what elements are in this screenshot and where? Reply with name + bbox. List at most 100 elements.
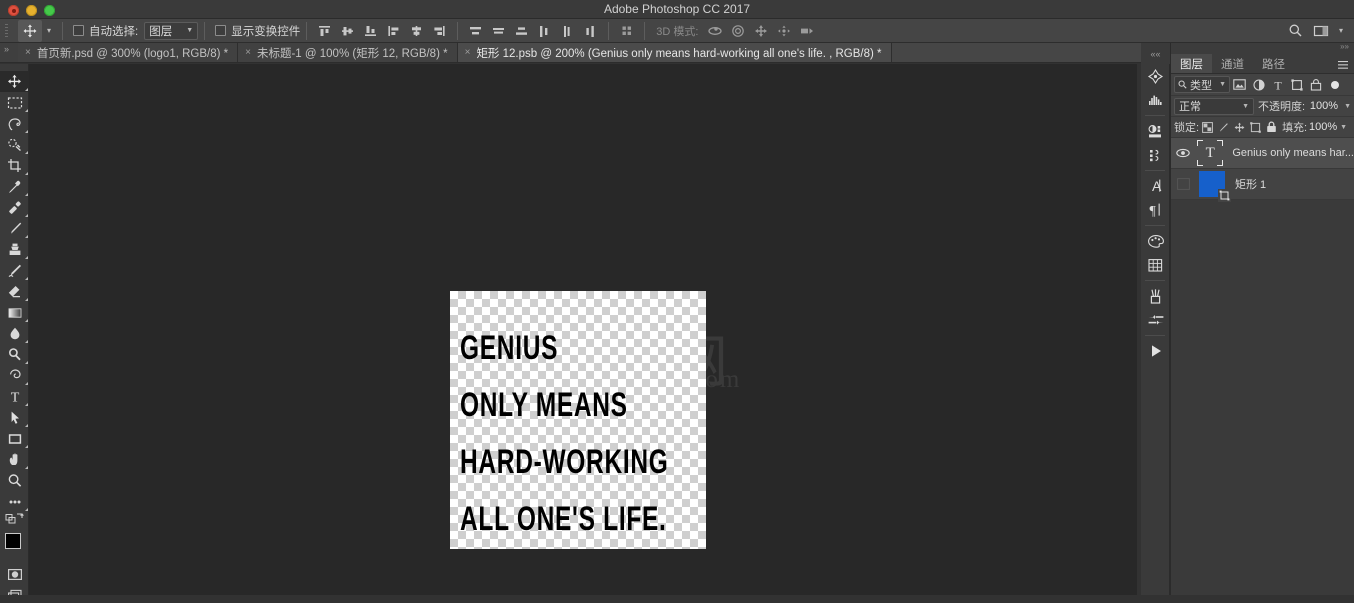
lock-position-icon[interactable]: [1232, 118, 1247, 136]
canvas-area[interactable]: CXi网 .com GENIUS ONLY MEANS HARD-WORKING…: [29, 64, 1137, 603]
dodge-tool[interactable]: [0, 344, 29, 365]
distribute-top-edges-icon[interactable]: [464, 20, 487, 42]
layer-row-shape[interactable]: 矩形 1: [1171, 169, 1354, 202]
brush-tool[interactable]: [0, 218, 29, 239]
scale-3d-icon[interactable]: [795, 20, 818, 42]
roll-3d-icon[interactable]: [726, 20, 749, 42]
lock-image-pixels-icon[interactable]: [1216, 118, 1231, 136]
eyedropper-tool[interactable]: [0, 176, 29, 197]
opacity-chevron-down-icon[interactable]: ▼: [1344, 103, 1351, 110]
info-panel-icon[interactable]: [1141, 143, 1170, 167]
hand-tool[interactable]: [0, 449, 29, 470]
history-brush-tool[interactable]: [0, 260, 29, 281]
close-icon[interactable]: ×: [25, 47, 31, 58]
layer-visibility-toggle[interactable]: [1173, 148, 1192, 158]
character-panel-icon[interactable]: A: [1141, 174, 1170, 198]
fill-chevron-down-icon[interactable]: ▼: [1340, 124, 1347, 131]
filter-shape-icon[interactable]: [1287, 75, 1306, 95]
histogram-panel-icon[interactable]: [1141, 88, 1170, 112]
distribute-right-edges-icon[interactable]: [579, 20, 602, 42]
rectangle-tool[interactable]: [0, 428, 29, 449]
document-tab-2[interactable]: × 未标题-1 @ 100% (矩形 12, RGB/8) *: [238, 43, 458, 62]
lasso-tool[interactable]: [0, 113, 29, 134]
align-left-edges-icon[interactable]: [382, 20, 405, 42]
panel-expand-icon[interactable]: [1171, 42, 1354, 54]
quick-mask-button[interactable]: [0, 564, 29, 585]
tab-bar-grip[interactable]: [0, 43, 18, 62]
tab-channels[interactable]: 通道: [1212, 54, 1253, 73]
swatches-panel-icon[interactable]: [1141, 253, 1170, 277]
slide-3d-icon[interactable]: [772, 20, 795, 42]
close-icon[interactable]: ×: [245, 47, 251, 58]
align-right-edges-icon[interactable]: [428, 20, 451, 42]
show-transform-controls-checkbox[interactable]: 显示变换控件: [215, 23, 300, 39]
opacity-value[interactable]: 100%: [1309, 100, 1338, 112]
zoom-tool[interactable]: [0, 470, 29, 491]
crop-tool[interactable]: [0, 155, 29, 176]
move-tool-preset-caret[interactable]: ▾: [42, 20, 56, 42]
quick-selection-tool[interactable]: [0, 134, 29, 155]
align-horizontal-centers-icon[interactable]: [405, 20, 428, 42]
distribute-left-edges-icon[interactable]: [533, 20, 556, 42]
color-panel-icon[interactable]: [1141, 229, 1170, 253]
rectangular-marquee-tool[interactable]: [0, 92, 29, 113]
panel-menu-icon[interactable]: [1337, 58, 1349, 70]
pen-tool[interactable]: [0, 365, 29, 386]
layer-thumbnail-cell[interactable]: [1193, 171, 1231, 202]
auto-select-scope-dropdown[interactable]: 图层 ▼: [144, 21, 199, 40]
auto-select-checkbox[interactable]: 自动选择:: [73, 23, 138, 39]
distribute-vertical-centers-icon[interactable]: [487, 20, 510, 42]
spot-healing-brush-tool[interactable]: [0, 197, 29, 218]
eraser-tool[interactable]: [0, 281, 29, 302]
align-bottom-edges-icon[interactable]: [359, 20, 382, 42]
document-tab-1[interactable]: × 首页新.psd @ 300% (logo1, RGB/8) *: [18, 43, 239, 62]
auto-select-box[interactable]: [73, 25, 84, 36]
layer-thumbnail-cell[interactable]: T: [1192, 140, 1228, 166]
filter-kind-dropdown[interactable]: 类型 ▼: [1174, 76, 1230, 93]
auto-align-grid-icon[interactable]: [615, 20, 638, 42]
path-selection-tool[interactable]: [0, 407, 29, 428]
distribute-horizontal-centers-icon[interactable]: [556, 20, 579, 42]
blend-mode-dropdown[interactable]: 正常 ▼: [1174, 97, 1254, 115]
collapse-panels-icon[interactable]: ««: [1141, 43, 1170, 64]
align-vertical-centers-icon[interactable]: [336, 20, 359, 42]
paragraph-panel-icon[interactable]: ¶: [1141, 198, 1170, 222]
move-tool[interactable]: [0, 71, 29, 92]
brush-presets-panel-icon[interactable]: [1141, 308, 1170, 332]
filter-smart-object-icon[interactable]: [1306, 75, 1325, 95]
horizontal-type-tool[interactable]: T: [0, 386, 29, 407]
workspace-caret-icon[interactable]: ▾: [1334, 20, 1348, 42]
lock-all-icon[interactable]: [1264, 118, 1279, 136]
layer-name-shape[interactable]: 矩形 1: [1231, 176, 1266, 192]
filter-adjustment-icon[interactable]: [1249, 75, 1268, 95]
blur-tool[interactable]: [0, 323, 29, 344]
workspace-switcher-icon[interactable]: [1308, 20, 1334, 42]
search-icon[interactable]: [1282, 20, 1308, 42]
close-icon[interactable]: ×: [465, 47, 471, 58]
distribute-bottom-edges-icon[interactable]: [510, 20, 533, 42]
rotate-3d-icon[interactable]: [703, 20, 726, 42]
foreground-color-swatch[interactable]: [5, 533, 21, 549]
layer-name-text[interactable]: Genius only means har...: [1228, 147, 1354, 159]
drag-3d-icon[interactable]: [749, 20, 772, 42]
adjustments-panel-icon[interactable]: [1141, 119, 1170, 143]
filter-toggle-icon[interactable]: [1325, 75, 1344, 95]
tab-layers[interactable]: 图层: [1171, 54, 1212, 73]
layer-list-empty-area[interactable]: [1171, 200, 1354, 600]
document-tab-3[interactable]: × 矩形 12.psb @ 200% (Genius only means ha…: [457, 43, 892, 62]
fill-value[interactable]: 100%: [1308, 121, 1337, 133]
layer-row-text[interactable]: T Genius only means har...: [1171, 138, 1354, 169]
filter-type-icon[interactable]: T: [1268, 75, 1287, 95]
move-tool-icon[interactable]: [18, 19, 42, 42]
gradient-tool[interactable]: [0, 302, 29, 323]
options-bar-grip[interactable]: [0, 19, 16, 43]
layer-visibility-toggle[interactable]: [1173, 178, 1193, 190]
lock-artboard-nesting-icon[interactable]: [1248, 118, 1263, 136]
align-top-edges-icon[interactable]: [313, 20, 336, 42]
filter-pixel-icon[interactable]: [1230, 75, 1249, 95]
lock-transparent-pixels-icon[interactable]: [1200, 118, 1215, 136]
tab-paths[interactable]: 路径: [1253, 54, 1294, 73]
document-artboard[interactable]: GENIUS ONLY MEANS HARD-WORKING ALL ONE'S…: [450, 291, 706, 549]
edit-toolbar-more-button[interactable]: [0, 491, 29, 512]
3d-panel-icon[interactable]: [1141, 64, 1170, 88]
